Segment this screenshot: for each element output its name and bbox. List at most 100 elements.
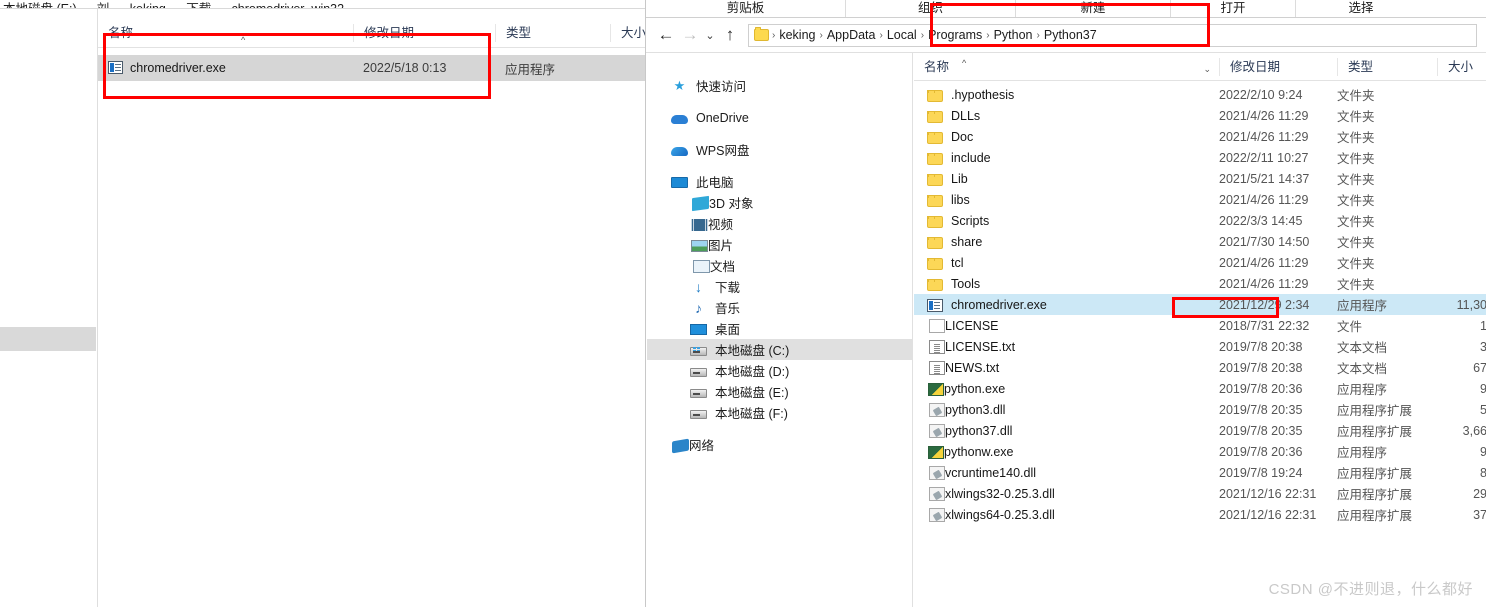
back-column-type[interactable]: 类型: [495, 24, 610, 42]
file-date-cell: 2021/4/26 11:29: [1219, 129, 1309, 144]
file-type-cell: 应用程序扩展: [1337, 467, 1413, 481]
file-name-label: chromedriver.exe: [951, 297, 1047, 312]
ribbon-group-select[interactable]: 选择: [1296, 0, 1426, 17]
nav-item-onedrive[interactable]: OneDrive: [647, 107, 912, 128]
nav-item-f[interactable]: 本地磁盘 (F:): [647, 402, 912, 423]
column-header-date[interactable]: 修改日期: [1219, 57, 1337, 76]
file-type-cell: 文件: [1337, 320, 1363, 334]
file-type-cell: 应用程序扩展: [1337, 509, 1413, 523]
file-date-cell: 2019/7/8 20:35: [1219, 402, 1303, 417]
column-header-name[interactable]: 名称 ^ ⌄: [914, 58, 1219, 76]
breadcrumb-python[interactable]: Python: [991, 28, 1036, 42]
nav-item-wps[interactable]: WPS网盘: [647, 139, 912, 160]
table-row[interactable]: vcruntime140.dll 2019/7/8 19:24 应用程序扩展 8: [914, 462, 1486, 483]
table-row[interactable]: .hypothesis 2022/2/10 9:24 文件夹: [914, 84, 1486, 105]
table-row[interactable]: python3.dll 2019/7/8 20:35 应用程序扩展 5: [914, 399, 1486, 420]
folder-icon: [927, 89, 943, 102]
nav-item-3d[interactable]: 3D 对象: [647, 192, 912, 213]
nav-item-i8[interactable]: ↓ 下载: [647, 276, 912, 297]
file-size-cell: 5: [1437, 403, 1486, 417]
file-type-cell: 文件夹: [1337, 215, 1375, 229]
table-row[interactable]: LICENSE.txt 2019/7/8 20:38 文本文档 3: [914, 336, 1486, 357]
file-name-cell: share: [914, 235, 1219, 249]
back-navigation-icon[interactable]: ←: [654, 23, 678, 47]
table-row[interactable]: DLLs 2021/4/26 11:29 文件夹: [914, 105, 1486, 126]
column-header-size[interactable]: 大小: [1437, 57, 1486, 76]
file-name-label: LICENSE: [945, 318, 999, 333]
table-row[interactable]: chromedriver.exe 2021/12/29 2:34 应用程序 11,30: [914, 294, 1486, 315]
back-navigation-pane: [0, 9, 98, 607]
table-row[interactable]: Tools 2021/4/26 11:29 文件夹: [914, 273, 1486, 294]
forward-navigation-icon[interactable]: →: [678, 23, 702, 47]
python-icon: [928, 445, 944, 459]
folder-icon: [927, 215, 943, 228]
breadcrumb-python37[interactable]: Python37: [1041, 28, 1100, 42]
nav-item-d[interactable]: 本地磁盘 (D:): [647, 360, 912, 381]
table-row[interactable]: LICENSE 2018/7/31 22:32 文件 1: [914, 315, 1486, 336]
table-row[interactable]: xlwings64-0.25.3.dll 2021/12/16 22:31 应用程序…: [914, 504, 1486, 525]
nav-item-i15[interactable]: 网络: [647, 434, 912, 455]
table-row[interactable]: NEWS.txt 2019/7/8 20:38 文本文档 67: [914, 357, 1486, 378]
table-row[interactable]: python.exe 2019/7/8 20:36 应用程序 9: [914, 378, 1486, 399]
ribbon-group-clipboard[interactable]: 剪贴板: [646, 0, 846, 17]
nav-item-i10[interactable]: 桌面: [647, 318, 912, 339]
nav-item-label: 3D 对象: [709, 197, 754, 211]
table-row[interactable]: python37.dll 2019/7/8 20:35 应用程序扩展 3,66: [914, 420, 1486, 441]
nav-item-i0[interactable]: ★ 快速访问: [647, 75, 912, 96]
back-file-row-chromedriver[interactable]: chromedriver.exe 2022/5/18 0:13 应用程序: [98, 55, 660, 81]
breadcrumb-local[interactable]: Local: [884, 28, 920, 42]
folder-icon: [754, 27, 769, 41]
file-size-cell: 3,66: [1462, 423, 1486, 438]
table-row[interactable]: tcl 2021/4/26 11:29 文件夹: [914, 252, 1486, 273]
nav-item-label: 此电脑: [696, 176, 734, 190]
file-date-cell: 2021/4/26 11:29: [1219, 255, 1309, 270]
file-name-cell: python3.dll: [914, 402, 1219, 417]
table-row[interactable]: xlwings32-0.25.3.dll 2021/12/16 22:31 应用程序…: [914, 483, 1486, 504]
this-pc-icon: [671, 177, 688, 188]
table-row[interactable]: Scripts 2022/3/3 14:45 文件夹: [914, 210, 1486, 231]
file-name-cell: vcruntime140.dll: [914, 465, 1219, 480]
file-type-cell: 文件夹: [1337, 194, 1375, 208]
up-one-level-icon[interactable]: ↑: [718, 23, 742, 47]
table-row[interactable]: share 2021/7/30 14:50 文件夹: [914, 231, 1486, 252]
ribbon-group-open[interactable]: 打开: [1171, 0, 1296, 17]
nav-item-i7[interactable]: 文档: [647, 255, 912, 276]
breadcrumb-keking[interactable]: keking: [776, 28, 818, 42]
file-name-label: vcruntime140.dll: [945, 465, 1037, 480]
text-icon: [929, 340, 945, 354]
breadcrumb-path-box[interactable]: › keking › AppData › Local › Programs › …: [748, 23, 1477, 47]
nav-item-i5[interactable]: 视频: [647, 213, 912, 234]
folder-icon: [927, 236, 943, 249]
table-row[interactable]: include 2022/2/11 10:27 文件夹: [914, 147, 1486, 168]
table-row[interactable]: pythonw.exe 2019/7/8 20:36 应用程序 9: [914, 441, 1486, 462]
nav-item-i9[interactable]: ♪ 音乐: [647, 297, 912, 318]
3d-objects-icon: [692, 195, 709, 212]
recent-locations-chevron-down-icon[interactable]: ⌄: [702, 23, 718, 47]
table-row[interactable]: Doc 2021/4/26 11:29 文件夹: [914, 126, 1486, 147]
table-row[interactable]: Lib 2021/5/21 14:37 文件夹: [914, 168, 1486, 189]
file-name-label: python.exe: [944, 381, 1006, 396]
file-type-cell: 应用程序扩展: [1337, 425, 1413, 439]
file-name-cell: python.exe: [914, 382, 1219, 396]
chevron-down-icon[interactable]: ⌄: [1203, 60, 1211, 78]
back-column-name[interactable]: 名称 ^: [98, 24, 353, 45]
exe-icon: [108, 61, 123, 74]
breadcrumb-programs[interactable]: Programs: [925, 28, 985, 42]
table-row[interactable]: libs 2021/4/26 11:29 文件夹: [914, 189, 1486, 210]
nav-item-i6[interactable]: 图片: [647, 234, 912, 255]
background-explorer-window: 本地磁盘 (E:) › 刘 › keking › 下载 › chromedriv…: [0, 0, 660, 607]
file-date-cell: 2019/7/8 20:38: [1219, 339, 1303, 354]
file-date-cell: 2019/7/8 20:35: [1219, 423, 1303, 438]
back-column-date[interactable]: 修改日期: [353, 24, 495, 42]
nav-item-i3[interactable]: 此电脑: [647, 171, 912, 192]
column-header-size-label: 大小: [1448, 59, 1474, 74]
breadcrumb-appdata[interactable]: AppData: [824, 28, 879, 42]
ribbon-group-new[interactable]: 新建: [1016, 0, 1171, 17]
column-header-type[interactable]: 类型: [1337, 57, 1437, 76]
nav-item-c[interactable]: 本地磁盘 (C:): [647, 339, 912, 360]
back-window-breadcrumb[interactable]: 本地磁盘 (E:) › 刘 › keking › 下载 › chromedriv…: [0, 0, 660, 8]
nav-item-label: OneDrive: [696, 110, 749, 125]
folder-icon: [927, 257, 943, 270]
nav-item-e[interactable]: 本地磁盘 (E:): [647, 381, 912, 402]
ribbon-group-organize[interactable]: 组织: [846, 0, 1016, 17]
